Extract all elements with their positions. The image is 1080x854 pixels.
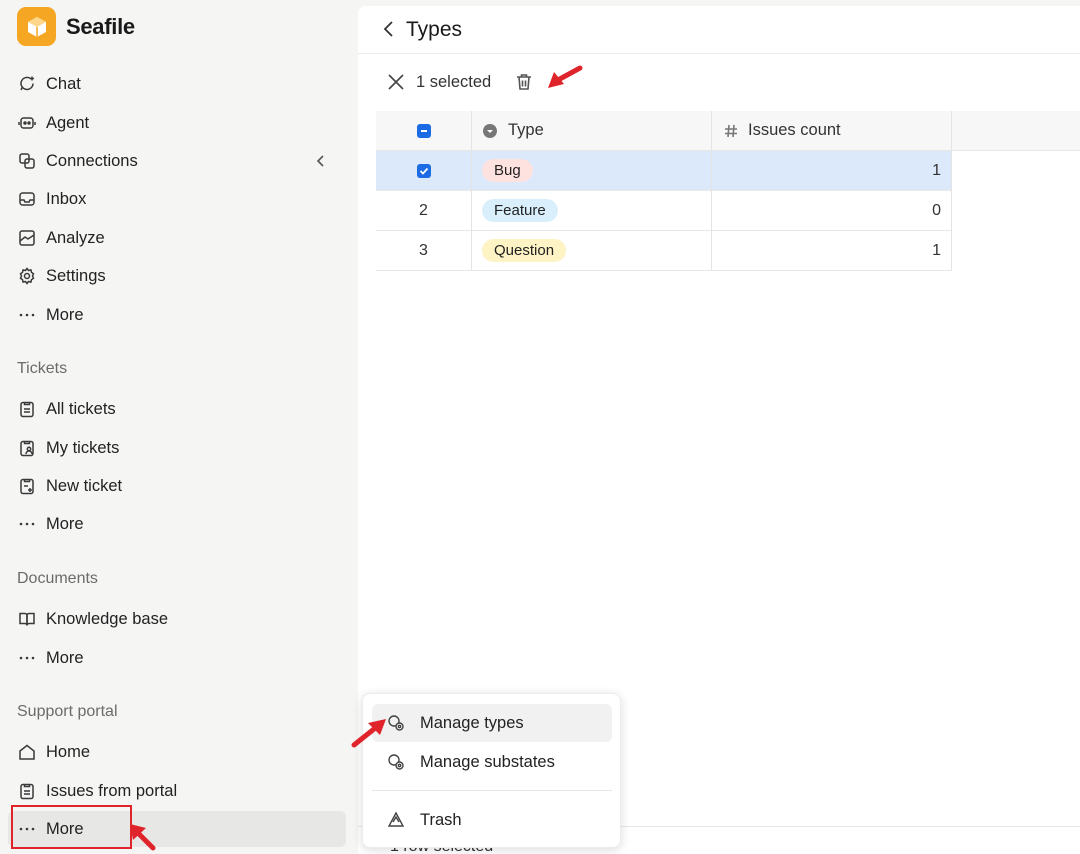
sidebar-item-new-ticket[interactable]: New ticket [8,468,346,504]
column-header-issues-count[interactable]: Issues count [712,111,952,151]
header-empty-cell [952,111,1080,151]
back-chevron-icon[interactable] [380,19,398,39]
sidebar-item-more[interactable]: More [8,297,346,333]
row-index-cell[interactable]: 3 [376,231,472,271]
trash-recycle-icon [387,811,405,829]
sidebar-item-issues-from-portal[interactable]: Issues from portal [8,773,346,809]
annotation-arrow-icon [130,824,156,851]
connections-icon [17,151,37,171]
page-header: Types [358,6,1080,54]
gear-icon [17,266,37,286]
menu-item-trash[interactable]: Trash [372,801,612,839]
sidebar-item-documents-more[interactable]: More [8,640,346,676]
column-header-type[interactable]: Type [472,111,712,151]
manage-icon [387,753,405,771]
sidebar-item-tickets-more[interactable]: More [8,506,346,542]
page-title: Types [406,18,463,41]
section-title-tickets: Tickets [17,360,68,377]
type-cell[interactable]: Feature [472,191,712,231]
menu-divider [372,790,612,791]
count-cell[interactable]: 0 [712,191,952,231]
clear-selection-close-icon[interactable] [386,72,406,92]
more-icon [17,514,37,534]
menu-item-manage-types[interactable]: Manage types [372,704,612,742]
more-dropdown-menu: Manage types Manage substates Trash [362,693,621,848]
more-icon [17,305,37,325]
selection-toolbar: 1 selected [358,62,1080,104]
sidebar-item-all-tickets[interactable]: All tickets [8,391,346,427]
sidebar-item-chat[interactable]: Chat [8,66,346,102]
sidebar-item-analyze[interactable]: Analyze [8,220,346,256]
chat-icon [17,74,37,94]
inbox-icon [17,189,37,209]
robot-icon [17,113,37,133]
annotation-highlight-box [11,805,132,849]
clipboard-icon [17,781,37,801]
section-title-support-portal: Support portal [17,703,118,720]
delete-trash-icon[interactable] [513,71,535,93]
home-icon [17,742,37,762]
select-all-checkbox-indeterminate-icon[interactable] [416,123,431,138]
sidebar-item-home[interactable]: Home [8,734,346,770]
brand[interactable]: Seafile [17,7,135,46]
type-tag: Feature [482,199,558,222]
type-tag: Question [482,239,567,262]
section-title-documents: Documents [17,570,98,587]
sidebar-item-inbox[interactable]: Inbox [8,181,346,217]
clipboard-user-icon [17,438,37,458]
count-cell[interactable]: 1 [712,231,952,271]
type-cell[interactable]: Question [472,231,712,271]
sidebar-item-connections[interactable]: Connections [8,143,346,179]
sidebar-item-agent[interactable]: Agent [8,105,346,141]
more-icon [17,648,37,668]
seafile-logo-icon [17,7,56,46]
sidebar-item-knowledge-base[interactable]: Knowledge base [8,601,346,637]
selected-count: 1 selected [416,73,492,91]
app-name: Seafile [66,13,135,39]
annotation-arrow-icon [548,65,583,88]
type-cell[interactable]: Bug [472,151,712,191]
clipboard-add-icon [17,476,37,496]
chart-icon [17,228,37,248]
menu-item-manage-substates[interactable]: Manage substates [372,743,612,781]
sidebar: Seafile Chat Agent Connections Inbox Ana… [0,0,358,854]
book-icon [17,609,37,629]
row-checkbox-checked-icon[interactable] [416,163,431,178]
sidebar-item-settings[interactable]: Settings [8,258,346,294]
annotation-arrow-icon [351,719,386,748]
header-select-all[interactable] [376,111,472,151]
sidebar-item-my-tickets[interactable]: My tickets [8,430,346,466]
type-tag: Bug [482,159,533,182]
collapse-sidebar-chevron-left-icon[interactable] [312,152,330,170]
count-cell[interactable]: 1 [712,151,952,191]
clipboard-icon [17,399,37,419]
row-index-cell[interactable]: 2 [376,191,472,231]
row-select-cell[interactable] [376,151,472,191]
hash-icon [724,124,738,138]
single-select-icon [482,123,498,139]
